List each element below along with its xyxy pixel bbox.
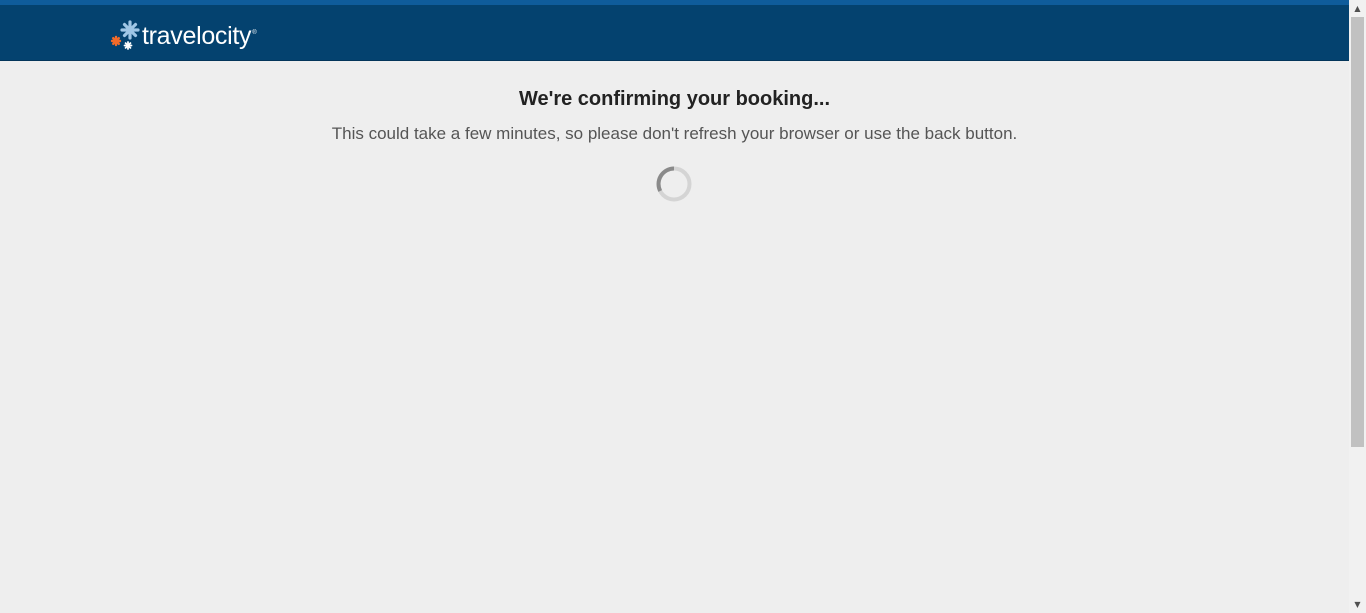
site-header: travelocity ® (0, 0, 1349, 61)
scroll-up-arrow-icon[interactable]: ▲ (1349, 0, 1366, 17)
page-subtitle: This could take a few minutes, so please… (331, 124, 1018, 143)
travelocity-logo-link[interactable]: travelocity ® (110, 18, 257, 54)
page-title: We're confirming your booking... (518, 88, 831, 110)
scrollbar-thumb[interactable] (1351, 17, 1364, 447)
page-viewport: travelocity ® We're confirming your book… (0, 0, 1349, 613)
loading-spinner-icon (656, 166, 692, 202)
confirmation-panel: We're confirming your booking... This co… (0, 61, 1349, 202)
vertical-scrollbar[interactable]: ▲ ▼ (1349, 0, 1366, 613)
logo-wordmark: travelocity (142, 22, 252, 50)
travelocity-star-icon (110, 20, 140, 50)
logo-trademark: ® (252, 30, 257, 36)
scroll-down-arrow-icon[interactable]: ▼ (1349, 596, 1366, 613)
